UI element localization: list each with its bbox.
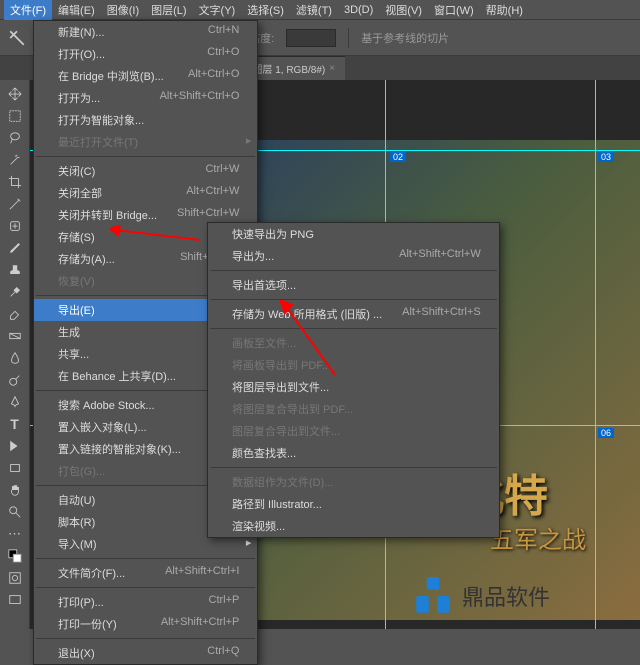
- gradient-tool[interactable]: [4, 326, 26, 346]
- slice-guides-button[interactable]: 基于参考线的切片: [361, 30, 449, 46]
- menu-select[interactable]: 选择(S): [241, 0, 290, 20]
- wand-tool[interactable]: [4, 150, 26, 170]
- menu-file-info[interactable]: 文件简介(F)...Alt+Shift+Ctrl+I: [34, 562, 257, 584]
- menu-print[interactable]: 打印(P)...Ctrl+P: [34, 591, 257, 613]
- type-tool[interactable]: T: [4, 414, 26, 434]
- tools-panel: T ⋯: [0, 80, 30, 629]
- rectangle-tool[interactable]: [4, 458, 26, 478]
- dodge-tool[interactable]: [4, 370, 26, 390]
- slice-badge: 06: [598, 428, 614, 438]
- menu-artboards-pdf[interactable]: 将画板导出到 PDF...: [208, 354, 499, 376]
- menu-open-smart[interactable]: 打开为智能对象...: [34, 109, 257, 131]
- menu-open-as[interactable]: 打开为...Alt+Shift+Ctrl+O: [34, 87, 257, 109]
- lasso-tool[interactable]: [4, 128, 26, 148]
- hand-tool[interactable]: [4, 480, 26, 500]
- menubar: 文件(F) 编辑(E) 图像(I) 图层(L) 文字(Y) 选择(S) 滤镜(T…: [0, 0, 640, 20]
- zoom-tool[interactable]: [4, 502, 26, 522]
- menu-layer[interactable]: 图层(L): [145, 0, 192, 20]
- menu-layers-files[interactable]: 将图层导出到文件...: [208, 376, 499, 398]
- close-icon[interactable]: ×: [329, 63, 335, 74]
- history-brush-tool[interactable]: [4, 282, 26, 302]
- height-input[interactable]: [286, 29, 336, 47]
- menu-exit[interactable]: 退出(X)Ctrl+Q: [34, 642, 257, 664]
- slice-badge: 03: [598, 152, 614, 162]
- menu-recent[interactable]: 最近打开文件(T)▸: [34, 131, 257, 153]
- menu-layercomps-files[interactable]: 图层复合导出到文件...: [208, 420, 499, 442]
- move-tool[interactable]: [4, 84, 26, 104]
- menu-export-as[interactable]: 导出为...Alt+Shift+Ctrl+W: [208, 245, 499, 267]
- menu-image[interactable]: 图像(I): [101, 0, 145, 20]
- menu-new[interactable]: 新建(N)...Ctrl+N: [34, 21, 257, 43]
- menu-datasets[interactable]: 数据组作为文件(D)...: [208, 471, 499, 493]
- menu-edit[interactable]: 编辑(E): [52, 0, 101, 20]
- menu-filter[interactable]: 滤镜(T): [290, 0, 338, 20]
- menu-save-for-web[interactable]: 存储为 Web 所用格式 (旧版) ...Alt+Shift+Ctrl+S: [208, 303, 499, 325]
- menu-open[interactable]: 打开(O)...Ctrl+O: [34, 43, 257, 65]
- menu-print-one[interactable]: 打印一份(Y)Alt+Shift+Ctrl+P: [34, 613, 257, 635]
- menu-help[interactable]: 帮助(H): [480, 0, 529, 20]
- screenmode-tool[interactable]: [4, 590, 26, 610]
- menu-quick-export-png[interactable]: 快速导出为 PNG: [208, 223, 499, 245]
- more-icon[interactable]: ⋯: [4, 524, 26, 544]
- menu-browse-bridge[interactable]: 在 Bridge 中浏览(B)...Alt+Ctrl+O: [34, 65, 257, 87]
- menu-type[interactable]: 文字(Y): [193, 0, 242, 20]
- menu-window[interactable]: 窗口(W): [428, 0, 480, 20]
- menu-close[interactable]: 关闭(C)Ctrl+W: [34, 160, 257, 182]
- path-tool[interactable]: [4, 436, 26, 456]
- canvas-text: 五军之战: [490, 520, 586, 555]
- menu-close-all[interactable]: 关闭全部Alt+Ctrl+W: [34, 182, 257, 204]
- eraser-tool[interactable]: [4, 304, 26, 324]
- slice-tool-icon: [8, 29, 26, 47]
- logo-icon: [412, 575, 454, 617]
- watermark: 鼎品软件: [412, 575, 550, 617]
- crop-tool[interactable]: [4, 172, 26, 192]
- menu-layercomps-pdf[interactable]: 将图层复合导出到 PDF...: [208, 398, 499, 420]
- menu-paths-illustrator[interactable]: 路径到 Illustrator...: [208, 493, 499, 515]
- menu-render-video[interactable]: 渲染视频...: [208, 515, 499, 537]
- eyedropper-tool[interactable]: [4, 194, 26, 214]
- menu-export-prefs[interactable]: 导出首选项...: [208, 274, 499, 296]
- slice-badge: 02: [390, 152, 406, 162]
- menu-view[interactable]: 视图(V): [379, 0, 428, 20]
- healing-tool[interactable]: [4, 216, 26, 236]
- menu-file[interactable]: 文件(F): [4, 0, 52, 20]
- marquee-tool[interactable]: [4, 106, 26, 126]
- brush-tool[interactable]: [4, 238, 26, 258]
- pen-tool[interactable]: [4, 392, 26, 412]
- quickmask-tool[interactable]: [4, 568, 26, 588]
- menu-artboards-files[interactable]: 画板至文件...: [208, 332, 499, 354]
- blur-tool[interactable]: [4, 348, 26, 368]
- stamp-tool[interactable]: [4, 260, 26, 280]
- menu-color-lookup[interactable]: 颜色查找表...: [208, 442, 499, 464]
- color-swatch[interactable]: [4, 546, 26, 566]
- export-submenu: 快速导出为 PNG 导出为...Alt+Shift+Ctrl+W 导出首选项..…: [207, 222, 500, 538]
- watermark-text: 鼎品软件: [462, 580, 550, 612]
- menu-3d[interactable]: 3D(D): [338, 2, 379, 18]
